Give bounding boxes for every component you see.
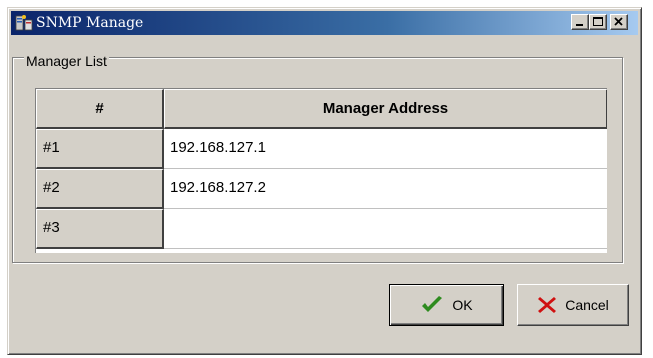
close-icon — [614, 17, 623, 26]
snmp-app-icon — [15, 15, 33, 31]
title-bar[interactable]: SNMP Manage — [11, 11, 638, 35]
cancel-button-label: Cancel — [565, 297, 609, 313]
column-header-index[interactable]: # — [36, 89, 164, 129]
window-title: SNMP Manage — [36, 15, 144, 31]
minimize-icon — [576, 24, 583, 26]
manager-address-cell-2[interactable]: 192.168.127.2 — [164, 169, 607, 209]
maximize-icon — [593, 17, 603, 26]
close-button[interactable] — [610, 14, 628, 30]
minimize-button[interactable] — [571, 14, 589, 30]
ok-button[interactable]: OK — [389, 284, 504, 326]
x-icon — [538, 297, 557, 313]
maximize-button[interactable] — [589, 14, 607, 30]
cancel-button[interactable]: Cancel — [517, 284, 629, 326]
column-header-manager-address[interactable]: Manager Address — [164, 89, 607, 129]
manager-table: # Manager Address #1 192.168.127.1 #2 19… — [35, 88, 607, 253]
checkmark-icon — [422, 296, 443, 312]
manager-list-label: Manager List — [24, 53, 109, 69]
manager-address-cell-1[interactable]: 192.168.127.1 — [164, 129, 607, 169]
manager-address-cell-3[interactable] — [164, 209, 607, 249]
row-header-3[interactable]: #3 — [36, 209, 164, 249]
ok-button-label: OK — [452, 297, 473, 313]
row-header-1[interactable]: #1 — [36, 129, 164, 169]
row-header-2[interactable]: #2 — [36, 169, 164, 209]
